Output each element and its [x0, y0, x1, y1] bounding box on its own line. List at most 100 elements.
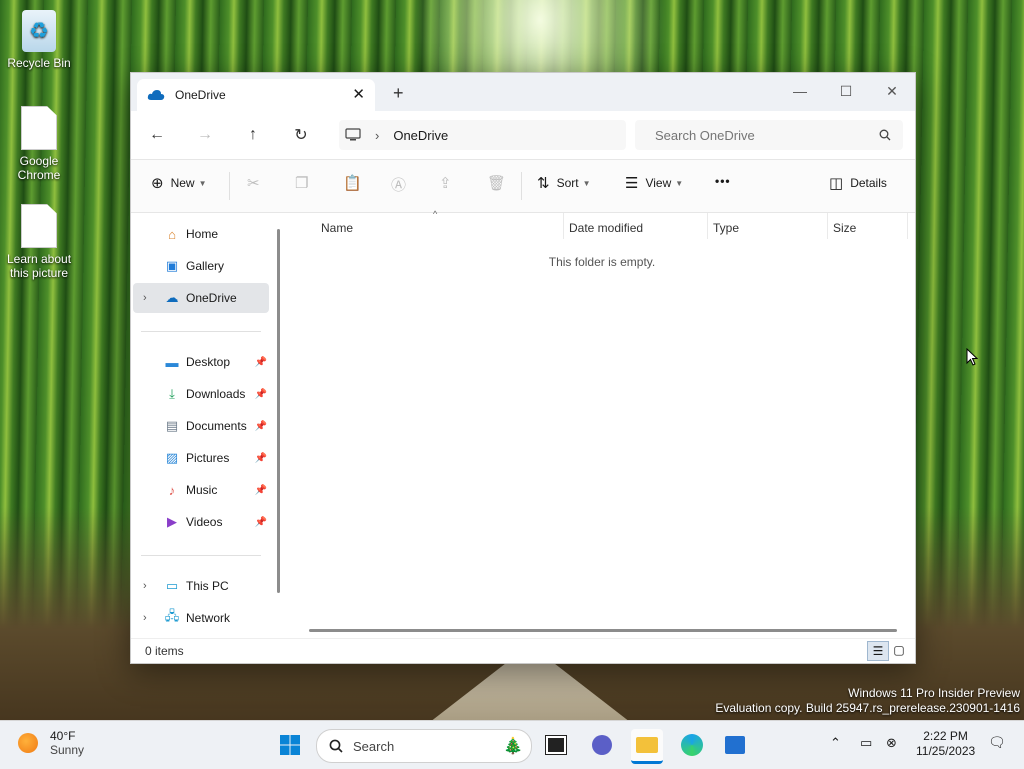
- desktop-icon-label: Learn about this picture: [6, 252, 72, 280]
- desktop-icon-learn-about-picture[interactable]: Learn about this picture: [4, 204, 74, 280]
- documents-icon: ▤: [165, 418, 179, 433]
- sidebar-item-documents[interactable]: ▤ Documents 📌: [133, 411, 269, 441]
- desktop-icon-recycle-bin[interactable]: ♻ Recycle Bin: [4, 10, 74, 70]
- column-header-size[interactable]: Size: [833, 221, 856, 235]
- mouse-cursor-icon: [966, 348, 978, 366]
- store-icon: [725, 736, 745, 754]
- copy-button[interactable]: ❐: [295, 174, 315, 192]
- downloads-icon: ⤓: [169, 386, 175, 401]
- column-header-type[interactable]: Type: [713, 221, 739, 235]
- delete-button[interactable]: 🗑: [487, 174, 513, 192]
- copy-icon: ❐: [295, 175, 309, 192]
- sidebar-item-onedrive[interactable]: › ☁ OneDrive: [133, 283, 269, 313]
- sidebar-item-label: Pictures: [186, 451, 230, 465]
- pin-icon[interactable]: 📌: [255, 453, 267, 464]
- back-button[interactable]: ←: [144, 123, 170, 147]
- sidebar-item-gallery[interactable]: ▣ Gallery: [133, 251, 269, 281]
- paste-button[interactable]: 📋: [343, 174, 369, 192]
- new-tab-button[interactable]: +: [393, 83, 404, 104]
- pin-icon[interactable]: 📌: [255, 421, 267, 432]
- edge-button[interactable]: [676, 729, 708, 761]
- search-box[interactable]: [635, 120, 903, 150]
- up-button[interactable]: ↑: [240, 123, 266, 147]
- store-button[interactable]: [719, 729, 751, 761]
- tiles-view-icon[interactable]: ▢: [889, 641, 909, 659]
- close-window-button[interactable]: ✕: [869, 77, 915, 105]
- notification-icon[interactable]: 🗨: [988, 734, 1006, 751]
- edge-icon: [681, 734, 703, 756]
- sidebar-item-videos[interactable]: ▶ Videos 📌: [133, 507, 269, 537]
- sidebar-item-desktop[interactable]: ▬ Desktop 📌: [133, 347, 269, 377]
- sidebar-item-downloads[interactable]: ⤓ Downloads 📌: [133, 379, 269, 409]
- tab-onedrive[interactable]: OneDrive ✕: [137, 79, 375, 111]
- weather-widget[interactable]: 40°F Sunny: [18, 729, 84, 757]
- sidebar-item-label: Network: [186, 611, 231, 625]
- column-header-date-modified[interactable]: Date modified: [569, 221, 643, 235]
- view-label: View: [645, 176, 672, 190]
- sidebar-item-home[interactable]: ⌂ Home: [133, 219, 269, 249]
- more-options-button[interactable]: •••: [715, 174, 731, 188]
- chat-button[interactable]: [586, 729, 618, 761]
- address-bar[interactable]: › OneDrive: [339, 120, 626, 150]
- chevron-right-icon[interactable]: ›: [143, 612, 147, 624]
- horizontal-scrollbar[interactable]: [309, 629, 897, 632]
- sidebar-item-pictures[interactable]: ▨ Pictures 📌: [133, 443, 269, 473]
- onedrive-icon: [147, 90, 165, 100]
- share-button[interactable]: ⇪: [439, 174, 459, 192]
- details-view-icon[interactable]: ☰: [867, 641, 889, 661]
- close-tab-icon[interactable]: ✕: [352, 85, 365, 103]
- column-divider[interactable]: [707, 213, 708, 239]
- chevron-right-icon[interactable]: ›: [143, 580, 147, 592]
- sidebar-item-network[interactable]: › 🖧 Network: [133, 603, 269, 633]
- sidebar-item-label: OneDrive: [186, 291, 237, 305]
- pin-icon[interactable]: 📌: [255, 357, 267, 368]
- sidebar-item-label: Gallery: [186, 259, 225, 273]
- file-explorer-taskbar-button[interactable]: [631, 729, 663, 764]
- videos-icon: ▶: [167, 514, 177, 529]
- file-explorer-window: OneDrive ✕ + — ☐ ✕ ← → ↑ ↻ › OneDrive Se…: [130, 72, 916, 664]
- chevron-up-icon[interactable]: ⌃: [830, 735, 841, 751]
- recycle-bin-icon: ♻: [22, 10, 56, 52]
- forward-button[interactable]: →: [192, 123, 218, 147]
- desktop-folder-icon: ▬: [165, 354, 179, 370]
- pin-icon[interactable]: 📌: [255, 485, 267, 496]
- cut-icon: ✂: [247, 175, 260, 192]
- search-input[interactable]: [653, 126, 867, 144]
- refresh-button[interactable]: ↻: [288, 123, 314, 147]
- desktop-icon-google-chrome[interactable]: Google Chrome: [4, 106, 74, 182]
- divider: [141, 555, 261, 556]
- chevron-right-icon[interactable]: ›: [143, 292, 147, 304]
- divider: [521, 172, 522, 200]
- windows-logo-icon: [280, 735, 300, 755]
- column-header-name[interactable]: Name: [321, 221, 353, 235]
- pin-icon[interactable]: 📌: [255, 517, 267, 528]
- taskbar-search-box[interactable]: Search 🎄: [316, 729, 532, 763]
- system-clock[interactable]: 2:22 PM 11/25/2023: [916, 729, 975, 759]
- minimize-button[interactable]: —: [777, 77, 823, 105]
- breadcrumb-onedrive[interactable]: OneDrive: [393, 128, 448, 143]
- sidebar-item-label: Desktop: [186, 355, 231, 369]
- rename-button[interactable]: Ⓐ: [391, 174, 413, 195]
- column-divider[interactable]: [563, 213, 564, 239]
- sort-button[interactable]: ⇅ Sort ▼: [537, 174, 591, 192]
- pin-icon[interactable]: 📌: [255, 389, 267, 400]
- column-divider[interactable]: [907, 213, 908, 239]
- sidebar-item-this-pc[interactable]: › ▭ This PC: [133, 571, 269, 601]
- sidebar-item-music[interactable]: ♪ Music 📌: [133, 475, 269, 505]
- details-button[interactable]: ◫ Details: [829, 174, 887, 192]
- start-button[interactable]: [274, 729, 306, 761]
- display-icon[interactable]: ▭: [860, 735, 872, 751]
- cut-button[interactable]: ✂: [247, 174, 267, 192]
- view-button[interactable]: ☰ View ▼: [625, 174, 683, 192]
- column-divider[interactable]: [827, 213, 828, 239]
- task-view-button[interactable]: [540, 729, 572, 761]
- weather-temperature: 40°F: [50, 729, 76, 743]
- share-icon: ⇪: [439, 175, 452, 192]
- new-button[interactable]: ⊕ New ▼: [151, 174, 207, 192]
- maximize-button[interactable]: ☐: [823, 77, 869, 105]
- task-view-icon: [545, 735, 567, 755]
- sidebar-scrollbar[interactable]: [277, 229, 280, 593]
- onedrive-icon: ☁: [165, 290, 179, 305]
- weather-condition: Sunny: [50, 743, 85, 757]
- volume-muted-icon[interactable]: ⊗: [886, 735, 897, 751]
